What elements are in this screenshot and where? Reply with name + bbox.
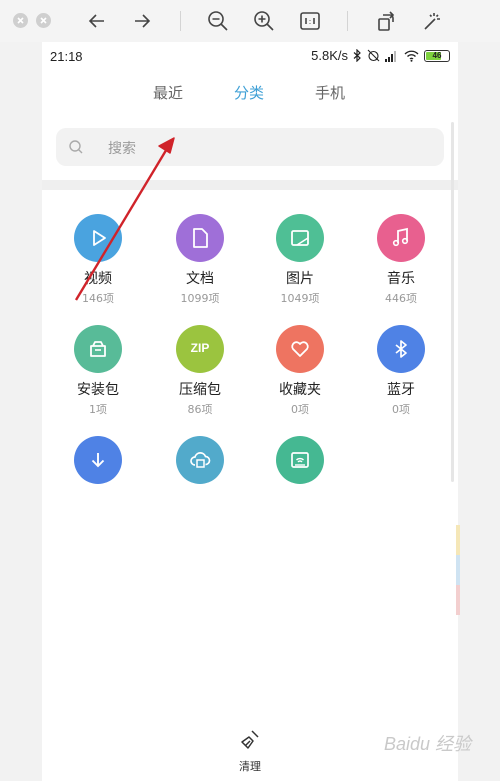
annotation-arrow [74, 137, 175, 301]
watermark: Baidu 经验 [384, 734, 472, 754]
